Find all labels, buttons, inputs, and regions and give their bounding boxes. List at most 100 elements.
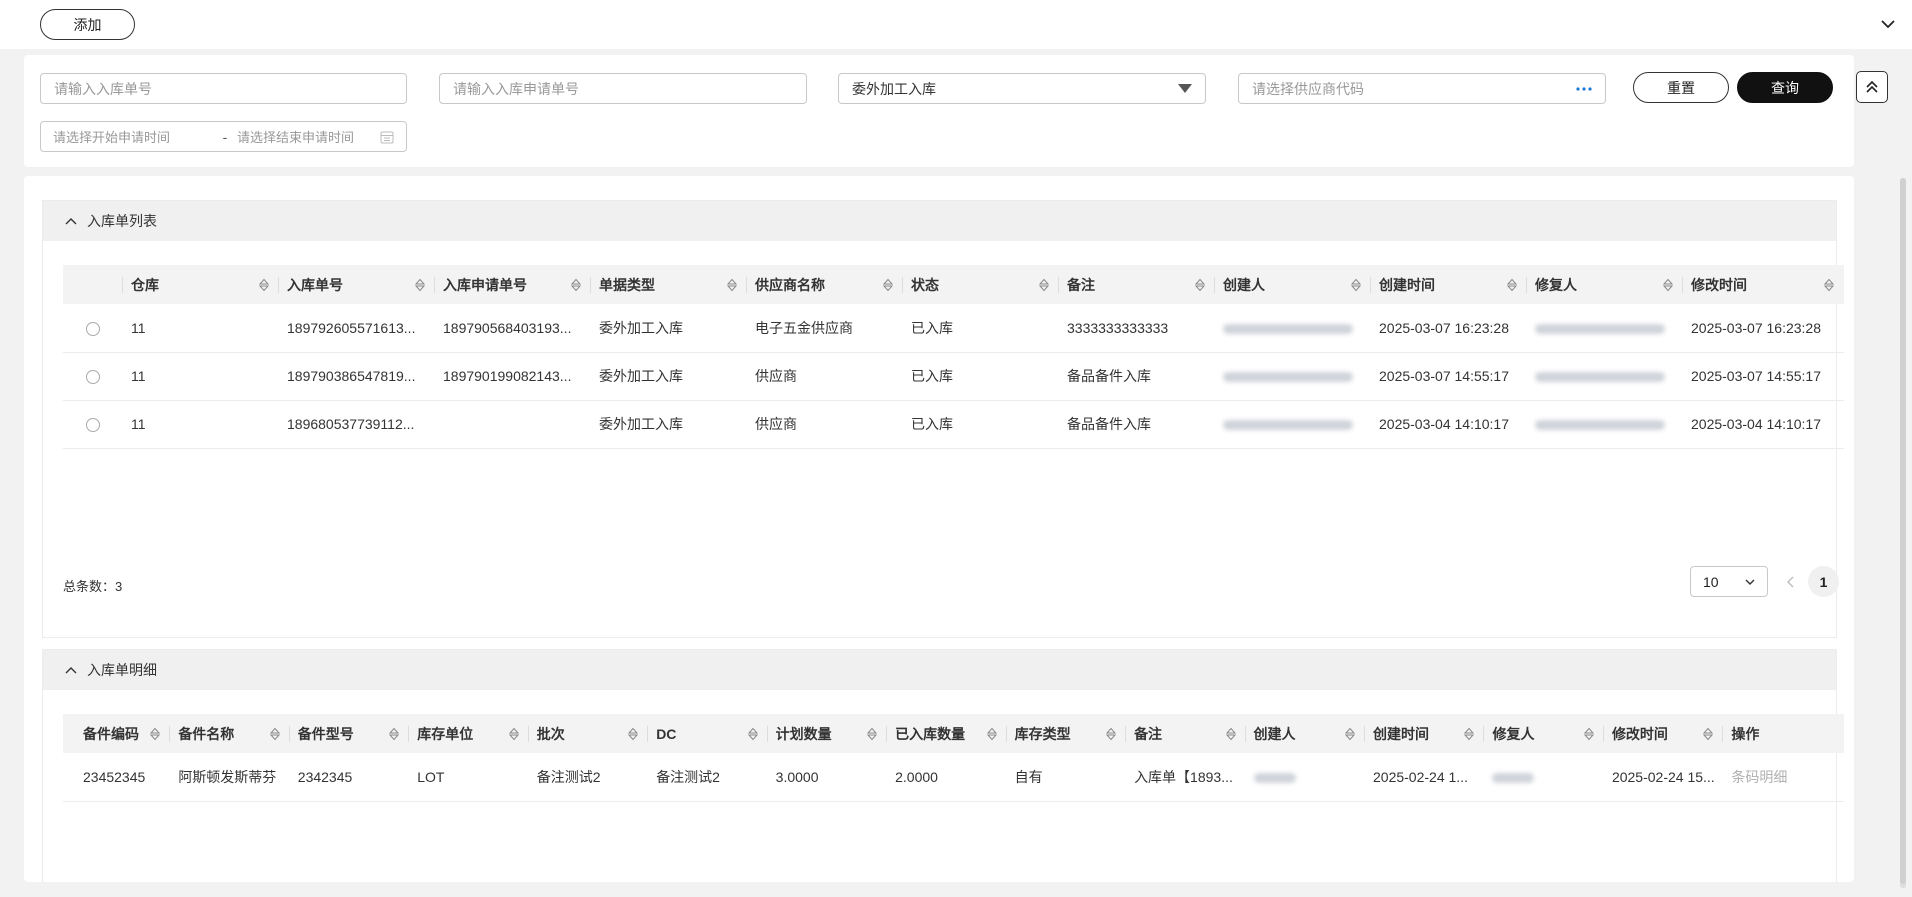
page-size-select[interactable]: 10 [1690, 566, 1768, 597]
request-no-field[interactable] [439, 73, 807, 104]
inbound-detail-header-row: 备件编码 备件名称 备件型号 库存单位 批次 DC 计划数量 已入库数量 库存类… [63, 714, 1844, 753]
sort-icon[interactable] [747, 727, 758, 741]
table-row[interactable]: 11 189792605571613... 189790568403193...… [63, 304, 1844, 353]
column-header[interactable]: 单据类型 [591, 265, 747, 304]
creator-redacted [1215, 304, 1371, 353]
column-header[interactable]: 修复人 [1484, 714, 1604, 753]
column-header[interactable]: 备件型号 [289, 714, 410, 753]
column-header[interactable]: DC [648, 714, 768, 753]
inbound-no-input[interactable] [54, 80, 393, 97]
sort-icon[interactable] [571, 278, 581, 292]
sort-icon[interactable] [1507, 278, 1517, 292]
scrollbar-thumb[interactable] [1900, 178, 1906, 884]
column-header[interactable]: 创建人 [1215, 265, 1371, 304]
column-header[interactable]: 库存单位 [409, 714, 529, 753]
column-header[interactable]: 计划数量 [767, 714, 888, 753]
barcode-detail-link[interactable]: 条码明细 [1723, 753, 1844, 802]
sort-icon[interactable] [1195, 278, 1205, 292]
table-row[interactable]: 11 189790386547819... 189790199082143...… [63, 352, 1844, 401]
column-header[interactable]: 状态 [903, 265, 1059, 304]
row-radio[interactable] [86, 418, 100, 433]
row-radio[interactable] [86, 321, 100, 336]
column-header[interactable]: 修改时间 [1603, 714, 1724, 753]
inbound-detail-header[interactable]: 入库单明细 [43, 650, 1836, 690]
chevron-up-icon [65, 667, 77, 674]
column-header[interactable]: 创建时间 [1371, 265, 1527, 304]
request-no-input[interactable] [453, 80, 793, 97]
sort-icon[interactable] [259, 278, 269, 292]
supplier-code-field[interactable]: 请选择供应商代码 [1238, 73, 1606, 104]
sort-icon[interactable] [1703, 727, 1714, 741]
document-type-select[interactable]: 委外加工入库 [838, 73, 1206, 104]
sort-icon[interactable] [986, 727, 997, 741]
date-range-separator: - [222, 128, 228, 145]
table-row[interactable]: 23452345 阿斯顿发斯蒂芬 2342345 LOT 备注测试2 备注测试2… [63, 753, 1844, 802]
sort-icon[interactable] [883, 278, 893, 292]
inbound-list-header-row: 仓库 入库单号 入库申请单号 单据类型 供应商名称 状态 备注 创建人 创建时间… [63, 265, 1844, 304]
reset-button[interactable]: 重置 [1633, 72, 1729, 103]
chevron-down-icon [1881, 19, 1895, 28]
column-header[interactable]: 备件编码 [63, 714, 171, 753]
column-header[interactable]: 入库申请单号 [435, 265, 591, 304]
next-page-button[interactable] [1848, 572, 1854, 592]
sort-icon[interactable] [867, 727, 878, 741]
modifier-redacted [1527, 304, 1683, 353]
column-header[interactable]: 入库单号 [279, 265, 435, 304]
document-type-value: 委外加工入库 [852, 80, 936, 97]
collapse-toggle-button[interactable] [1874, 10, 1902, 38]
more-icon[interactable] [1576, 86, 1592, 91]
collapse-filter-button[interactable] [1856, 71, 1888, 103]
creator-redacted [1215, 400, 1371, 449]
table-row[interactable]: 11 189680537739112... 委外加工入库 供应商 已入库 备品备… [63, 400, 1844, 449]
sort-icon[interactable] [1583, 727, 1594, 741]
inbound-list-header[interactable]: 入库单列表 [43, 201, 1836, 241]
sort-icon[interactable] [389, 727, 400, 741]
sort-icon[interactable] [415, 278, 425, 292]
sort-icon[interactable] [1663, 278, 1673, 292]
sort-icon[interactable] [1039, 278, 1049, 292]
inbound-list-title: 入库单列表 [87, 213, 157, 229]
page-1-button[interactable]: 1 [1808, 566, 1839, 597]
sort-icon[interactable] [508, 727, 519, 741]
sort-icon[interactable] [727, 278, 737, 292]
column-header[interactable]: 备注 [1126, 714, 1246, 753]
column-header[interactable]: 备注 [1059, 265, 1215, 304]
sort-icon[interactable] [1106, 727, 1117, 741]
column-header[interactable]: 修改时间 [1683, 265, 1844, 304]
total-count: 总条数：3 [63, 579, 123, 594]
sort-icon[interactable] [1824, 278, 1834, 292]
caret-down-icon [1178, 83, 1192, 93]
sort-icon[interactable] [1225, 727, 1236, 741]
sort-icon[interactable] [269, 727, 280, 741]
column-header[interactable]: 库存类型 [1006, 714, 1127, 753]
column-header[interactable]: 创建时间 [1365, 714, 1485, 753]
inbound-detail-table: 备件编码 备件名称 备件型号 库存单位 批次 DC 计划数量 已入库数量 库存类… [63, 714, 1844, 802]
row-radio[interactable] [86, 370, 100, 385]
query-button[interactable]: 查询 [1737, 72, 1833, 103]
column-header[interactable]: 备件名称 [170, 714, 290, 753]
inbound-detail-section: 入库单明细 备件编码 备件名称 备件型号 库存单位 批次 DC 计划数量 已入库… [42, 649, 1844, 882]
vertical-scrollbar[interactable] [1900, 178, 1906, 888]
end-time-placeholder: 请选择结束申请时间 [237, 130, 355, 145]
inbound-list-section: 入库单列表 仓库 入库单号 入库申请单号 单据类型 供应商名称 状态 备注 创建… [42, 200, 1844, 638]
double-chevron-up-icon [1866, 80, 1878, 93]
sort-icon[interactable] [150, 727, 161, 741]
add-button[interactable]: 添加 [40, 9, 135, 40]
sort-icon[interactable] [1345, 727, 1355, 741]
column-header[interactable]: 创建人 [1245, 714, 1365, 753]
prev-page-button[interactable] [1780, 572, 1800, 592]
date-range-picker[interactable]: 请选择开始申请时间 - 请选择结束申请时间 [40, 121, 407, 152]
column-header[interactable]: 仓库 [123, 265, 279, 304]
sort-icon[interactable] [1464, 727, 1475, 741]
sort-icon[interactable] [628, 727, 639, 741]
inbound-no-field[interactable] [40, 73, 407, 104]
column-header: 操作 [1723, 714, 1844, 753]
column-header[interactable]: 已入库数量 [887, 714, 1007, 753]
column-header[interactable]: 修复人 [1527, 265, 1683, 304]
filter-panel: 委外加工入库 请选择供应商代码 重置 查询 请选择开始申请时间 - 请选择结束申… [24, 55, 1888, 167]
sort-icon[interactable] [1351, 278, 1361, 292]
page-size-value: 10 [1703, 573, 1719, 590]
chevron-down-icon [1745, 579, 1755, 585]
column-header[interactable]: 供应商名称 [747, 265, 903, 304]
column-header[interactable]: 批次 [528, 714, 649, 753]
